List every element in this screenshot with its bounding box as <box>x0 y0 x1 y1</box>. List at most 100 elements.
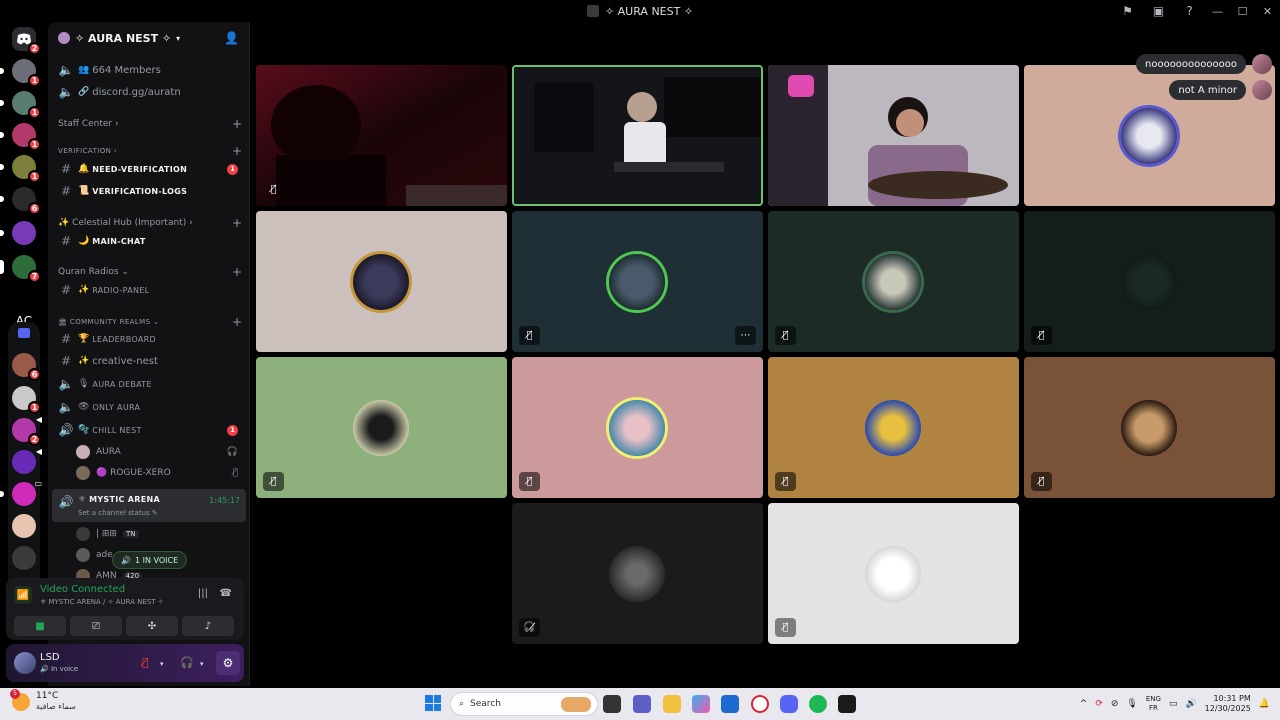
add-channel-icon[interactable]: + <box>232 265 242 279</box>
minimize-button[interactable]: — <box>1205 0 1230 22</box>
channel-leaderboard[interactable]: # 🏆 LEADERBOARD <box>52 328 246 350</box>
server-icon[interactable]: 1 <box>0 123 41 151</box>
server-icon[interactable]: 1 <box>0 59 41 87</box>
avatar[interactable] <box>1252 80 1272 100</box>
video-tile[interactable]: 🎙̸ <box>1024 357 1275 498</box>
language-indicator[interactable]: ENG FR <box>1146 695 1161 713</box>
user-name[interactable]: LSD <box>40 652 60 663</box>
screen-share-button[interactable]: ⎚ <box>70 616 122 636</box>
video-tile[interactable] <box>768 65 1019 206</box>
server-icon[interactable]: 1 <box>0 155 41 183</box>
inbox-icon[interactable]: ▣ <box>1143 0 1174 22</box>
channel-radio-panel[interactable]: # ✨ RADIO-PANEL <box>52 279 246 301</box>
chevron-down-icon[interactable]: ▾ <box>200 660 204 668</box>
camera-button[interactable]: ■ <box>14 616 66 636</box>
channel-need-verification[interactable]: # 🔔 NEED-VERIFICATION 1 <box>52 158 246 180</box>
guild-name[interactable]: ✧ AURA NEST ✧ ▾ <box>58 32 180 45</box>
add-channel-icon[interactable]: + <box>232 315 242 329</box>
channel-creative-nest[interactable]: # ✨ creative-nest <box>52 350 246 372</box>
mic-muted-icon[interactable]: 🎙̸ <box>142 656 149 669</box>
channel-invite[interactable]: 🔈 🔗 discord.gg/auratn <box>52 81 246 103</box>
video-tile[interactable]: 🎙̸ <box>256 357 507 498</box>
category-staff-center[interactable]: Staff Center › + <box>58 117 242 131</box>
voice-member-rogue[interactable]: 🟣 ROGUE-XERO 🎙̸ <box>76 463 246 483</box>
add-channel-icon[interactable]: + <box>232 117 242 131</box>
video-tile[interactable]: 🎙̸ <box>768 503 1019 644</box>
video-tile[interactable]: 🎙̸ <box>768 211 1019 352</box>
video-tile[interactable]: 🎙̸ <box>1024 211 1275 352</box>
disconnect-icon[interactable]: ☎ <box>220 588 232 599</box>
help-icon[interactable]: ? <box>1174 0 1205 22</box>
channel-mystic-arena[interactable]: 🔊 ⚜ MYSTIC ARENA 1:45:17 <box>52 489 246 522</box>
voice-member-aura[interactable]: AURA 🎧 <box>76 442 246 462</box>
opera-icon[interactable] <box>751 695 769 713</box>
guild-header[interactable]: ✧ AURA NEST ✧ ▾ 👤 <box>48 22 249 54</box>
soundboard-button[interactable]: ♪ <box>182 616 234 636</box>
server-icon[interactable]: ◀ 2 <box>12 415 42 446</box>
teams-icon[interactable] <box>633 695 651 713</box>
in-voice-pill[interactable]: 🔊 1 IN VOICE <box>112 551 188 569</box>
task-view-icon[interactable] <box>603 695 621 713</box>
clock[interactable]: 10:31 PM 12/30/2025 <box>1205 694 1251 714</box>
noise-suppression-icon[interactable]: ||| <box>198 588 208 599</box>
server-icon[interactable]: 6 <box>12 353 41 381</box>
voice-status[interactable]: Video Connected <box>40 584 125 595</box>
notification-bell-icon[interactable]: 🔔 <box>1259 699 1270 709</box>
channel-verification-logs[interactable]: # 📜 VERIFICATION-LOGS <box>52 180 246 202</box>
channel-aura-debate[interactable]: 🔈 🎙 AURA DEBATE <box>52 373 246 395</box>
set-channel-status[interactable]: Set a channel status ✎ <box>78 509 158 517</box>
server-icon[interactable]: 1 <box>12 386 41 414</box>
avatar[interactable] <box>1252 54 1272 74</box>
video-tile-speaking[interactable] <box>512 65 763 206</box>
windows-start-icon[interactable] <box>425 695 441 711</box>
video-tile[interactable]: 🎧̸ <box>512 503 763 644</box>
category-verification[interactable]: VERIFICATION › + <box>58 144 242 158</box>
category-celestial-hub[interactable]: ✨ Celestial Hub (Important) › + <box>58 216 242 230</box>
spotify-icon[interactable] <box>809 695 827 713</box>
weather-widget[interactable]: 5 11°C سماء صافية <box>10 688 76 712</box>
voice-member-tn[interactable]: | ⊞⊞ TN <box>76 524 246 544</box>
headphones-icon[interactable]: 🎧 <box>180 656 194 669</box>
channel-members-count[interactable]: 🔈 👥 664 Members <box>52 59 246 81</box>
server-icon[interactable]: 6 <box>0 187 41 215</box>
category-quran-radios[interactable]: Quran Radios ⌄ + <box>58 265 242 279</box>
add-member-icon[interactable]: 👤 <box>224 31 239 45</box>
discord-taskbar-icon[interactable] <box>780 695 798 713</box>
video-tile[interactable]: 🎙̸ <box>512 357 763 498</box>
sync-icon[interactable]: ⟳ <box>1095 699 1103 709</box>
video-tile[interactable] <box>256 211 507 352</box>
discord-home-button[interactable]: 2 <box>12 27 41 55</box>
maximize-button[interactable]: ☐ <box>1230 0 1255 22</box>
server-icon[interactable] <box>0 221 36 245</box>
app-icon[interactable] <box>838 695 856 713</box>
settings-button[interactable]: ⚙ <box>216 651 240 675</box>
category-community-realms[interactable]: 🏛 COMMUNITY REALMS ⌄ + <box>58 315 242 329</box>
inbox-flag-icon[interactable]: ⚑ <box>1112 0 1143 22</box>
video-tile[interactable]: 🎙̸ <box>256 65 507 206</box>
store-icon[interactable] <box>721 695 739 713</box>
chevron-down-icon[interactable]: ▾ <box>160 660 164 668</box>
server-icon[interactable]: 7 <box>0 255 41 283</box>
server-icon[interactable]: ◀ <box>12 447 42 474</box>
server-icon[interactable]: 1 <box>0 91 41 119</box>
taskbar-search[interactable]: ⌕ Search <box>450 692 598 716</box>
channel-chill-nest[interactable]: 🔊 🫧 CHILL NEST 1 <box>52 419 246 441</box>
microphone-icon[interactable]: 🎙 <box>1126 699 1137 709</box>
close-button[interactable]: ✕ <box>1255 0 1280 22</box>
channel-main-chat[interactable]: # 🌙 MAIN-CHAT <box>52 230 246 252</box>
server-icon[interactable] <box>12 514 36 538</box>
chevron-up-icon[interactable]: ^ <box>1080 699 1088 709</box>
server-icon[interactable] <box>12 546 36 570</box>
video-tile[interactable]: 🎙̸ ⋯ <box>512 211 763 352</box>
video-tile[interactable]: 🎙̸ <box>768 357 1019 498</box>
volume-icon[interactable]: 🔊 <box>1185 699 1196 709</box>
more-options-icon[interactable]: ⋯ <box>735 326 756 345</box>
add-channel-icon[interactable]: + <box>232 216 242 230</box>
connection-signal-icon[interactable]: 📶 <box>14 586 32 604</box>
copilot-icon[interactable] <box>692 695 710 713</box>
avatar[interactable] <box>14 652 36 674</box>
server-icon[interactable]: ▭ <box>0 479 42 506</box>
voice-location[interactable]: ⚜ MYSTIC ARENA / ✧ AURA NEST ✧ <box>40 598 164 606</box>
network-icon[interactable]: ▭ <box>1169 699 1178 709</box>
eye-off-icon[interactable]: ⊘ <box>1111 699 1119 709</box>
